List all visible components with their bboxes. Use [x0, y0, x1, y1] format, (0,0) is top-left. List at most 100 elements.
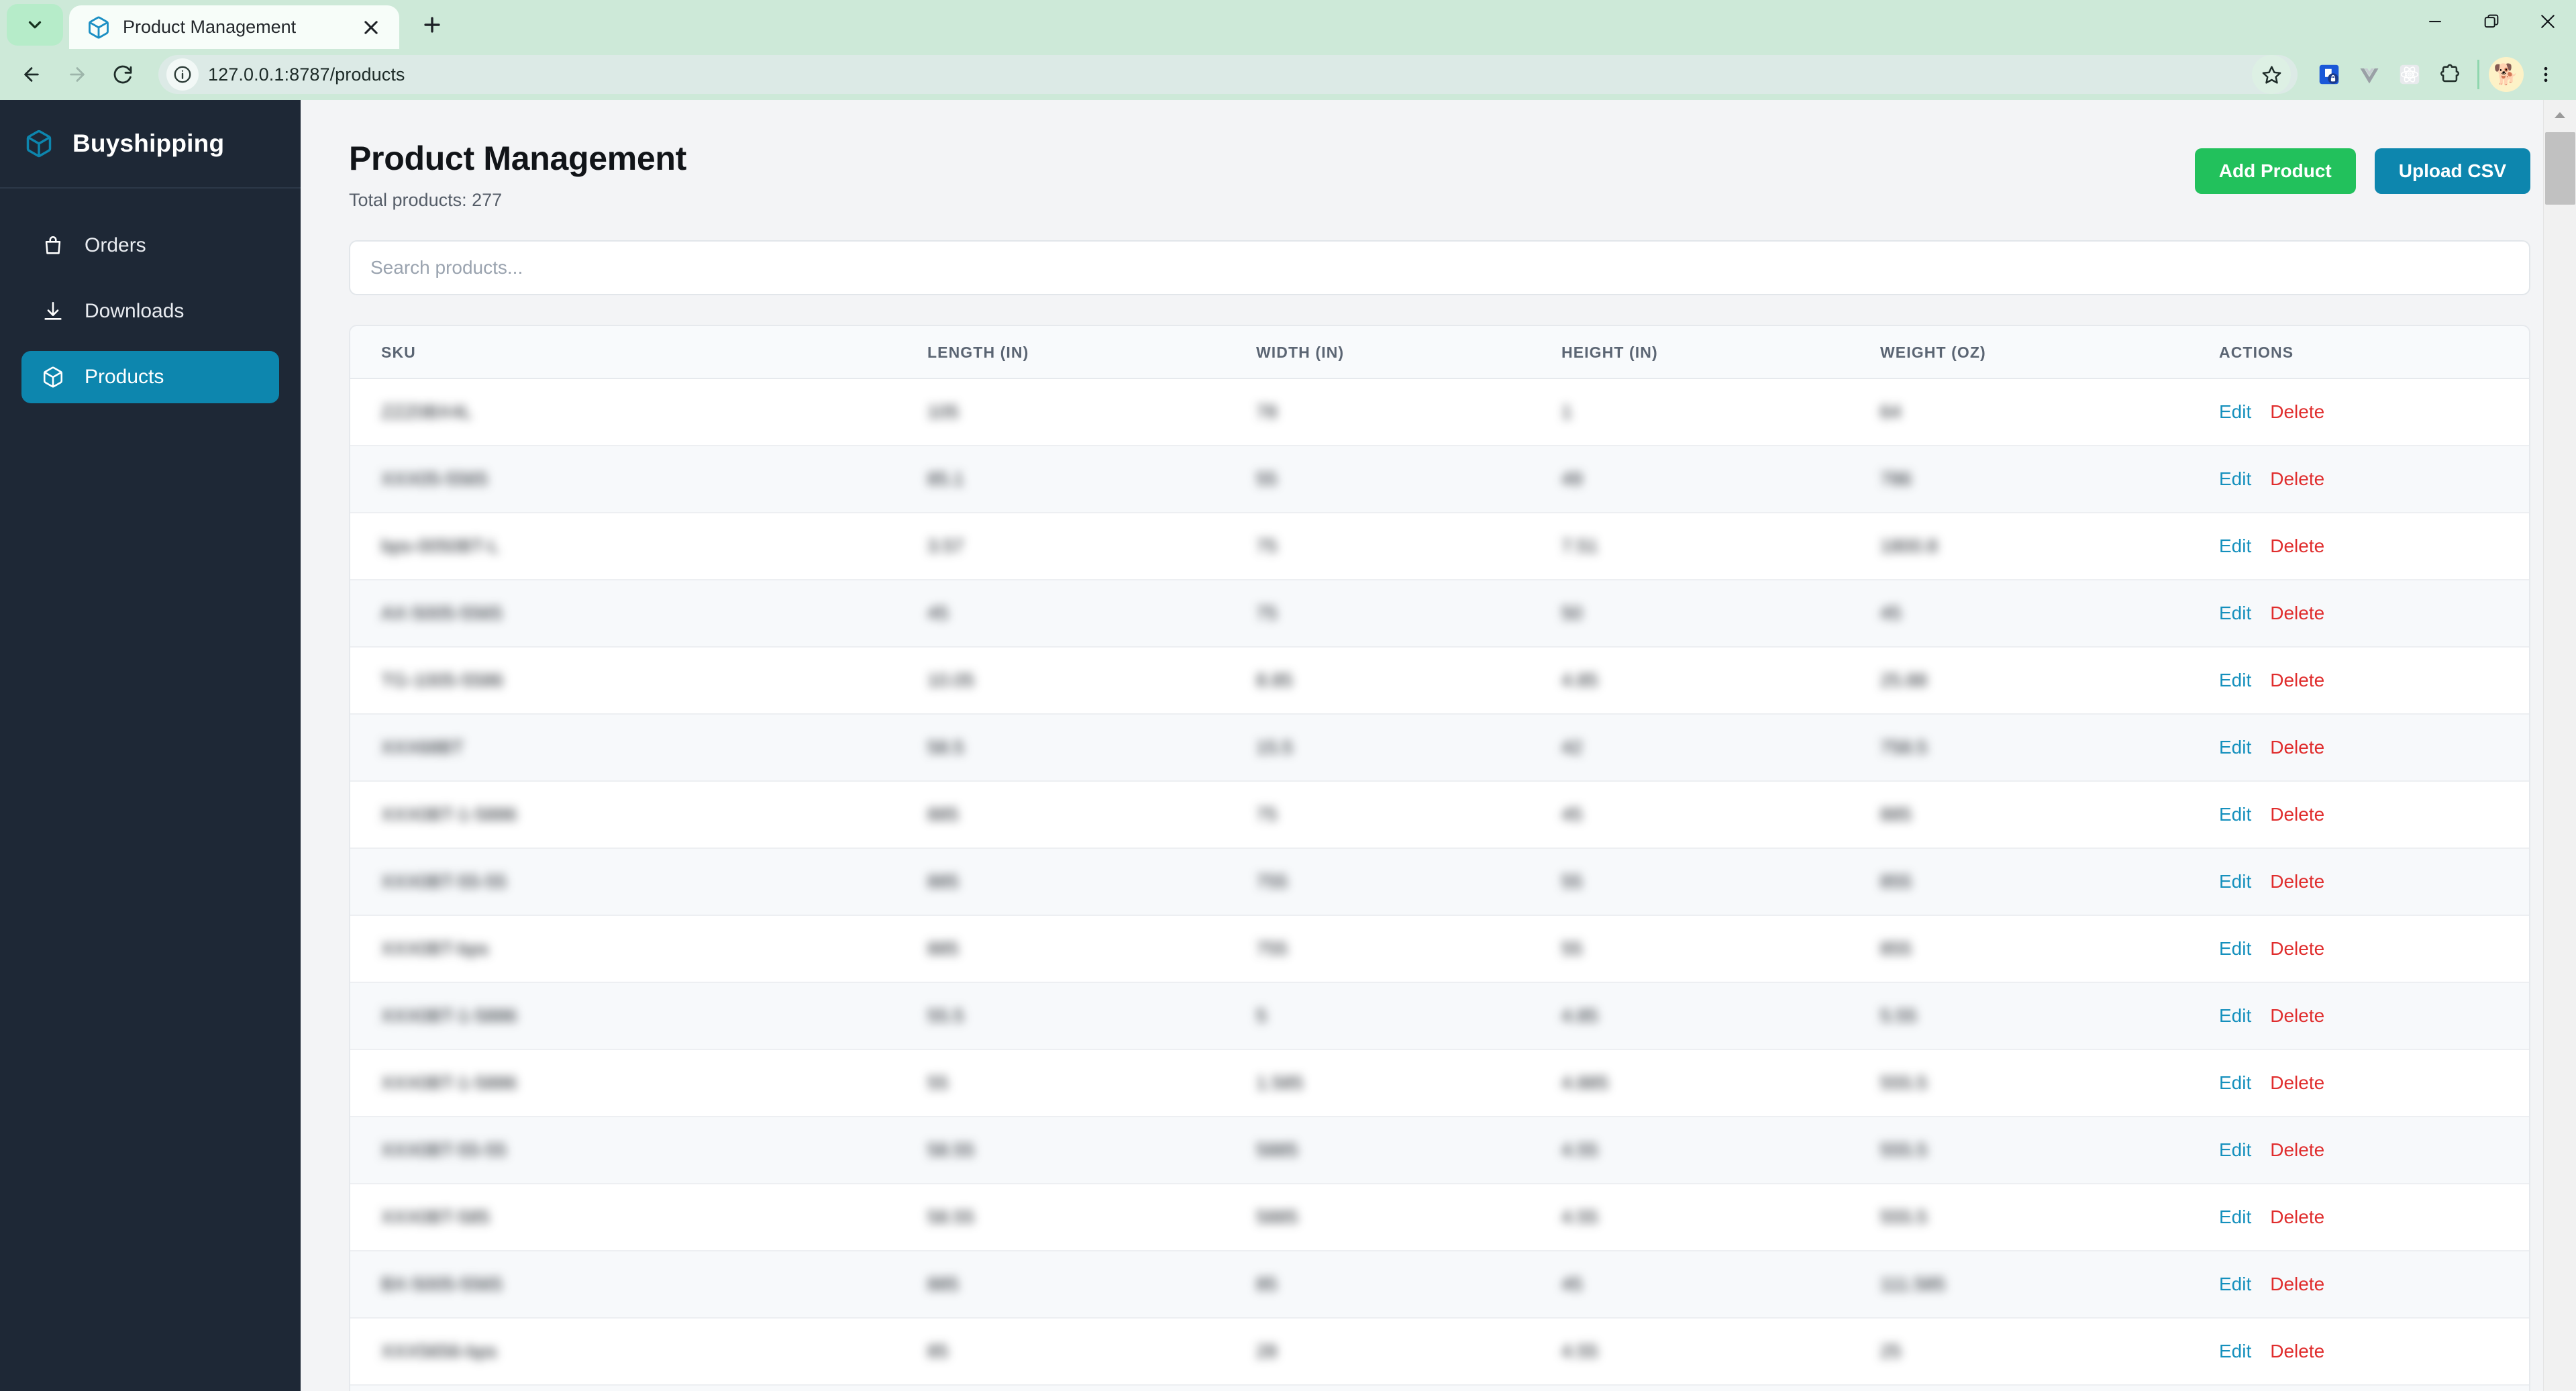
search-input[interactable]	[349, 240, 2530, 295]
delete-link[interactable]: Delete	[2270, 871, 2324, 892]
cell-weight: 758.5	[1880, 714, 2219, 782]
column-header-width[interactable]: WIDTH (IN)	[1256, 326, 1561, 379]
edit-link[interactable]: Edit	[2219, 1005, 2251, 1027]
cell-actions: Edit Delete	[2219, 1184, 2529, 1251]
avatar-glyph: 🐕	[2493, 63, 2519, 86]
edit-link[interactable]: Edit	[2219, 1341, 2251, 1362]
edit-link[interactable]: Edit	[2219, 670, 2251, 691]
upload-csv-button[interactable]: Upload CSV	[2374, 148, 2530, 194]
delete-link[interactable]: Delete	[2270, 938, 2324, 960]
delete-link[interactable]: Delete	[2270, 1206, 2324, 1228]
edit-link[interactable]: Edit	[2219, 871, 2251, 892]
cell-width: 75	[1256, 781, 1561, 849]
cell-length: 885	[927, 915, 1256, 983]
edit-link[interactable]: Edit	[2219, 804, 2251, 825]
delete-link[interactable]: Delete	[2270, 1005, 2324, 1027]
edit-link[interactable]: Edit	[2219, 1274, 2251, 1295]
extensions-button[interactable]	[2432, 56, 2468, 93]
reload-icon	[113, 65, 132, 84]
table-row: AX-5005-5565 45 75 50 45 Edit Delete	[350, 580, 2529, 648]
edit-link[interactable]: Edit	[2219, 938, 2251, 960]
delete-link[interactable]: Delete	[2270, 1139, 2324, 1161]
address-bar[interactable]: 127.0.0.1:8787/products	[158, 55, 2298, 94]
edit-link[interactable]: Edit	[2219, 1072, 2251, 1094]
cell-length: 885	[927, 781, 1256, 849]
sidebar-item-products[interactable]: Products	[21, 351, 279, 403]
password-manager-extension-button[interactable]	[2311, 56, 2347, 93]
sidebar-item-label: Products	[85, 366, 164, 388]
password-manager-icon	[2319, 64, 2339, 85]
tab-close-button[interactable]	[358, 14, 384, 41]
bookmark-button[interactable]	[2252, 55, 2291, 94]
tab-title: Product Management	[123, 17, 297, 37]
row-actions: Edit Delete	[2219, 1206, 2529, 1228]
column-header-height[interactable]: HEIGHT (IN)	[1561, 326, 1880, 379]
vertical-scroll-thumb[interactable]	[2545, 132, 2575, 205]
edit-link[interactable]: Edit	[2219, 1206, 2251, 1228]
cell-height: 45	[1561, 781, 1880, 849]
delete-link[interactable]: Delete	[2270, 535, 2324, 557]
edit-link[interactable]: Edit	[2219, 603, 2251, 624]
cube-icon	[42, 366, 64, 389]
cell-height: 4.55	[1561, 1318, 1880, 1386]
cell-width: 5	[1256, 982, 1561, 1050]
table-row: BX-5005-5565 885 85 45 111.585 Edit Delete	[350, 1251, 2529, 1319]
cell-length: 105	[927, 378, 1256, 446]
delete-link[interactable]: Delete	[2270, 1341, 2324, 1362]
cell-weight: 1800.8	[1880, 513, 2219, 580]
delete-link[interactable]: Delete	[2270, 670, 2324, 691]
cell-sku: XXX0BT-1-5886	[350, 982, 927, 1050]
row-actions: Edit Delete	[2219, 871, 2529, 892]
column-header-sku[interactable]: SKU	[350, 326, 927, 379]
tab-product-management[interactable]: Product Management	[69, 5, 399, 49]
cell-actions: Edit Delete	[2219, 513, 2529, 580]
cell-actions: Edit Delete	[2219, 647, 2529, 715]
cell-sku: XXX0BT-55-55	[350, 1117, 927, 1184]
row-actions: Edit Delete	[2219, 468, 2529, 490]
download-icon	[42, 300, 64, 323]
column-header-actions: ACTIONS	[2219, 326, 2529, 379]
cell-weight: 25	[1880, 1318, 2219, 1386]
cell-sku: XXX5656-bps	[350, 1318, 927, 1386]
edit-link[interactable]: Edit	[2219, 468, 2251, 490]
cell-width: 8.85	[1256, 647, 1561, 715]
tab-search-button[interactable]	[7, 4, 63, 46]
delete-link[interactable]: Delete	[2270, 603, 2324, 624]
delete-link[interactable]: Delete	[2270, 1072, 2324, 1094]
site-info-button[interactable]	[166, 58, 199, 91]
table-row: XXX0BT-1-5886 55.5 5 4.85 5.55 Edit Delete	[350, 982, 2529, 1050]
delete-link[interactable]: Delete	[2270, 804, 2324, 825]
column-header-length[interactable]: LENGTH (IN)	[927, 326, 1256, 379]
chevron-down-icon	[28, 21, 42, 29]
delete-link[interactable]: Delete	[2270, 737, 2324, 758]
edit-link[interactable]: Edit	[2219, 401, 2251, 423]
plus-icon	[424, 17, 440, 33]
browser-menu-button[interactable]	[2528, 56, 2564, 93]
window-minimize-button[interactable]	[2407, 0, 2463, 43]
new-tab-button[interactable]	[410, 3, 454, 47]
page-scrollbar[interactable]	[2543, 100, 2576, 1391]
edit-link[interactable]: Edit	[2219, 1139, 2251, 1161]
delete-link[interactable]: Delete	[2270, 401, 2324, 423]
sidebar-item-downloads[interactable]: Downloads	[21, 285, 279, 338]
add-product-button[interactable]: Add Product	[2194, 148, 2356, 194]
vue-devtools-extension-button[interactable]	[2351, 56, 2387, 93]
delete-link[interactable]: Delete	[2270, 1274, 2324, 1295]
edit-link[interactable]: Edit	[2219, 737, 2251, 758]
scroll-up-button[interactable]	[2544, 100, 2576, 130]
column-header-weight[interactable]: WEIGHT (OZ)	[1880, 326, 2219, 379]
edit-link[interactable]: Edit	[2219, 535, 2251, 557]
back-button[interactable]	[11, 54, 52, 95]
browser-window: Product Management 127.0.0.1:8787/produc…	[0, 0, 2576, 1391]
react-devtools-extension-button[interactable]	[2391, 56, 2428, 93]
sidebar-nav: Orders Downloads Products	[0, 189, 301, 403]
sidebar-item-orders[interactable]: Orders	[21, 219, 279, 272]
row-actions: Edit Delete	[2219, 804, 2529, 825]
profile-avatar[interactable]: 🐕	[2489, 57, 2524, 92]
reload-button[interactable]	[102, 54, 144, 95]
forward-button[interactable]	[56, 54, 98, 95]
toolbar-divider	[2477, 60, 2479, 89]
delete-link[interactable]: Delete	[2270, 468, 2324, 490]
window-maximize-button[interactable]	[2463, 0, 2520, 43]
window-close-button[interactable]	[2520, 0, 2576, 43]
